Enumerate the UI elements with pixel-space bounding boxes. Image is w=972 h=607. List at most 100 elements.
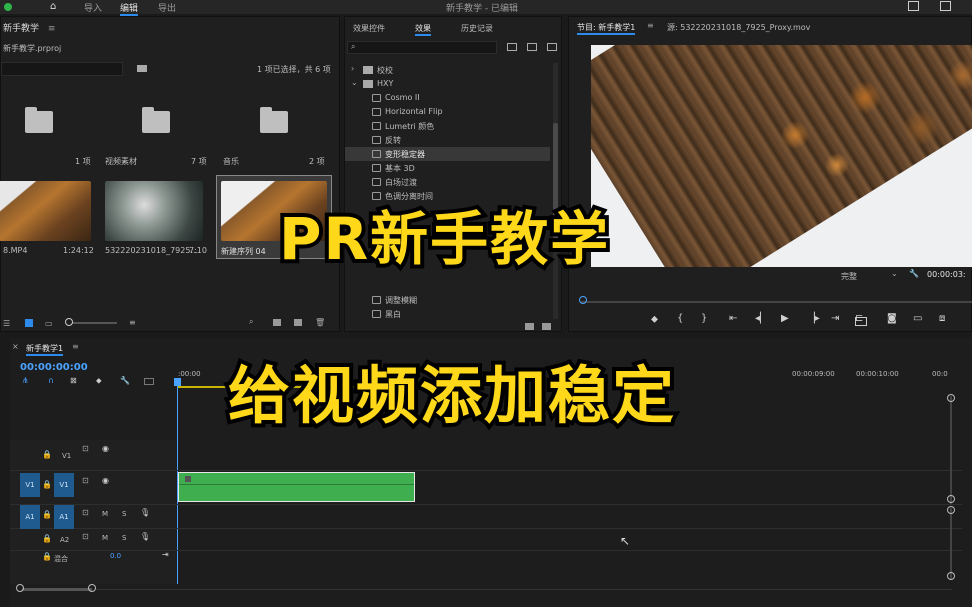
- timeline-scroll-track[interactable]: [96, 589, 952, 590]
- export-icon[interactable]: [940, 1, 951, 11]
- quality-dropdown[interactable]: 完整: [841, 271, 857, 282]
- sync-lock-icon[interactable]: ⊡: [82, 532, 89, 541]
- source-track-a1[interactable]: A1: [20, 505, 40, 529]
- timeline-tab[interactable]: 新手教学1: [26, 343, 64, 356]
- lock-icon[interactable]: 🔒: [42, 450, 52, 459]
- effect-item-selected[interactable]: 变形稳定器: [345, 147, 550, 161]
- camera-icon[interactable]: ◙: [887, 313, 897, 324]
- go-to-out-icon[interactable]: ⇥: [831, 313, 839, 324]
- effects-scrollbar[interactable]: [553, 63, 558, 319]
- mark-out-icon[interactable]: }: [701, 313, 707, 324]
- wrench-icon[interactable]: 🔧: [120, 376, 130, 385]
- program-timecode[interactable]: 00:00:03:: [927, 270, 966, 279]
- project-tab[interactable]: 新手教学 ≡: [3, 21, 55, 34]
- wrench-icon[interactable]: 🔧: [909, 269, 919, 278]
- program-video-frame[interactable]: [591, 45, 972, 267]
- source-track-v1[interactable]: V1: [20, 473, 40, 497]
- project-search-input[interactable]: [1, 62, 123, 76]
- home-icon[interactable]: ⌂: [50, 1, 56, 12]
- snap-icon[interactable]: ∩: [48, 376, 54, 385]
- microphone-icon[interactable]: 🎙: [140, 508, 150, 517]
- lock-icon[interactable]: 🔒: [42, 552, 52, 561]
- new-bin-icon[interactable]: [525, 323, 534, 330]
- eye-icon[interactable]: ◉: [102, 444, 109, 453]
- effect-folder[interactable]: › 校校: [345, 63, 550, 77]
- safe-margins-icon[interactable]: [855, 317, 867, 326]
- lock-icon[interactable]: 🔒: [42, 480, 52, 489]
- yuv-filter-icon[interactable]: [547, 43, 557, 51]
- panel-menu-icon[interactable]: ≡: [72, 342, 79, 351]
- solo-button[interactable]: S: [122, 510, 126, 518]
- zoom-slider[interactable]: [67, 322, 117, 324]
- video-track-scrollbar[interactable]: [950, 396, 952, 504]
- panel-menu-icon[interactable]: ≡: [48, 24, 56, 34]
- linked-selection-icon[interactable]: ⊠: [70, 376, 77, 385]
- icon-view-icon[interactable]: [25, 319, 33, 327]
- sync-lock-icon[interactable]: ⊡: [82, 476, 89, 485]
- track-target-v1[interactable]: V1: [54, 473, 74, 497]
- add-marker-icon[interactable]: ⬥: [651, 314, 658, 325]
- effect-item[interactable]: 基本 3D: [345, 161, 550, 175]
- chevron-down-icon[interactable]: ⌄: [891, 269, 898, 278]
- zoom-handle-right[interactable]: [88, 584, 96, 592]
- effect-item[interactable]: 反转: [345, 133, 550, 147]
- playhead-marker[interactable]: [579, 296, 587, 304]
- effects-search-input[interactable]: ⌕: [347, 41, 497, 54]
- search-icon[interactable]: ⌕: [249, 317, 253, 327]
- window-dot[interactable]: [4, 3, 12, 11]
- new-bin-icon[interactable]: [273, 319, 281, 326]
- new-item-icon[interactable]: [294, 319, 302, 326]
- insert-sequence-icon[interactable]: ⋔: [22, 376, 29, 385]
- tab-history[interactable]: 历史记录: [461, 23, 493, 34]
- zoom-slider-handle[interactable]: [65, 318, 73, 326]
- sync-lock-icon[interactable]: ⊡: [82, 444, 89, 453]
- scrollbar-handle[interactable]: [947, 394, 955, 402]
- clip-thumbnail[interactable]: [0, 181, 91, 241]
- video-clip[interactable]: [178, 472, 415, 502]
- playhead-handle[interactable]: [174, 378, 181, 386]
- step-forward-icon[interactable]: ▕▸: [807, 313, 820, 324]
- audio-track-scrollbar[interactable]: [950, 508, 952, 580]
- new-item-icon[interactable]: [542, 323, 551, 330]
- program-tab[interactable]: 节目: 新手教学1: [577, 22, 636, 35]
- track-target-a1[interactable]: A1: [54, 505, 74, 529]
- effect-item[interactable]: Lumetri 颜色: [345, 119, 550, 133]
- settings-icon[interactable]: ⧈: [939, 313, 945, 324]
- tab-effect-controls[interactable]: 效果控件: [353, 23, 385, 34]
- sync-lock-icon[interactable]: ⊡: [82, 508, 89, 517]
- master-volume-value[interactable]: 0.0: [110, 552, 121, 560]
- timeline-zoom-bar[interactable]: [22, 588, 92, 591]
- step-back-icon[interactable]: ◂▏: [755, 313, 768, 324]
- eye-icon[interactable]: ◉: [102, 476, 109, 485]
- 32bit-filter-icon[interactable]: [527, 43, 537, 51]
- captions-icon[interactable]: [144, 378, 154, 385]
- mark-in-icon[interactable]: {: [677, 313, 683, 324]
- trash-icon[interactable]: 🗑: [315, 318, 325, 327]
- scrollbar-handle[interactable]: [947, 495, 955, 503]
- lock-icon[interactable]: 🔒: [42, 534, 52, 543]
- play-icon[interactable]: ▶: [781, 313, 789, 324]
- folder-icon[interactable]: [25, 107, 53, 133]
- freeform-view-icon[interactable]: ▭: [45, 319, 53, 328]
- vr-icon[interactable]: ▭: [913, 313, 922, 324]
- workspace-edit[interactable]: 编辑: [120, 1, 139, 16]
- folder-icon[interactable]: [260, 107, 288, 133]
- mute-button[interactable]: M: [102, 534, 108, 542]
- accelerated-filter-icon[interactable]: [507, 43, 517, 51]
- tab-effects[interactable]: 效果: [415, 23, 431, 36]
- zoom-handle-left[interactable]: [16, 584, 24, 592]
- program-scrub-bar[interactable]: [581, 301, 972, 303]
- marker-icon[interactable]: ⬥: [96, 376, 102, 386]
- scrollbar-handle[interactable]: [947, 572, 955, 580]
- workspace-export[interactable]: 导出: [158, 1, 176, 14]
- clip-thumbnail[interactable]: [105, 181, 203, 241]
- source-tab[interactable]: 源: 532220231018_7925_Proxy.mov: [667, 22, 810, 33]
- bin-icon[interactable]: [137, 65, 147, 72]
- sort-icon[interactable]: ≡: [129, 318, 136, 327]
- lock-icon[interactable]: 🔒: [42, 510, 52, 519]
- effect-item[interactable]: 白场过渡: [345, 175, 550, 189]
- solo-button[interactable]: S: [122, 534, 126, 542]
- workspace-import[interactable]: 导入: [84, 1, 102, 14]
- folder-icon[interactable]: [142, 107, 170, 133]
- go-to-end-icon[interactable]: ⇥: [162, 550, 169, 559]
